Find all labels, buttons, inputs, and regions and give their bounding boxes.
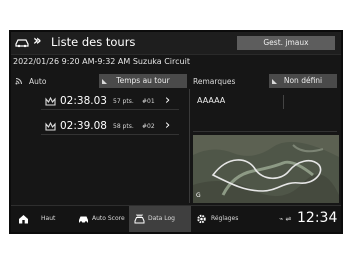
signal-icon [15, 78, 22, 85]
corner-arrow-icon [272, 79, 277, 84]
divider [283, 95, 284, 109]
gest-journaux-button[interactable]: Gest. jmaux [237, 36, 335, 50]
column-divider [189, 89, 190, 203]
temps-au-tour-label: Temps au tour [116, 76, 170, 85]
divider [41, 134, 179, 135]
double-chevron-icon[interactable]: ›› [33, 33, 41, 49]
remarks-field[interactable]: AAAAA [193, 93, 337, 132]
divider [41, 109, 179, 110]
temps-au-tour-button[interactable]: Temps au tour [99, 74, 187, 88]
map-terrain [193, 135, 339, 203]
remarks-text: AAAAA [197, 96, 226, 105]
header-bar: ›› Liste des tours Gest. jmaux [11, 32, 341, 55]
chevron-right-icon: › [165, 118, 171, 133]
lap-number: #02 [142, 123, 155, 130]
lap-number: #01 [142, 98, 155, 105]
nav-reglages-label: Réglages [211, 215, 239, 222]
page-title: Liste des tours [51, 35, 136, 49]
car-icon [79, 216, 88, 224]
nav-home-label: Haut [41, 215, 56, 222]
nav-home[interactable]: Haut [11, 206, 71, 232]
mode-row: Auto Temps au tour Remarques Non défini [11, 74, 341, 89]
session-info: 2022/01/26 9:20 AM-9:32 AM Suzuka Circui… [13, 57, 190, 66]
corner-arrow-icon [102, 79, 107, 84]
gear-icon [197, 214, 206, 224]
lap-time: 02:38.03 [60, 95, 107, 107]
status-icons: ⌁ ⇌ [279, 215, 292, 223]
map-logo: G [196, 192, 201, 199]
track-map[interactable]: G [193, 135, 339, 203]
non-defini-button[interactable]: Non défini [269, 74, 337, 88]
nav-reglages[interactable]: Réglages [191, 206, 251, 232]
clock: 12:34 [297, 210, 338, 226]
bottom-nav: Haut Auto Score Data Log Réglages ⌁ ⇌ 12… [11, 205, 341, 232]
non-defini-label: Non défini [283, 76, 323, 85]
nav-data-log[interactable]: Data Log [129, 206, 191, 232]
mode-label: Auto [29, 77, 47, 86]
lap-row[interactable]: 02:38.03 57 pts. #01 › [41, 93, 179, 110]
lap-time: 02:39.08 [60, 120, 107, 132]
crown-icon [45, 97, 56, 106]
nav-data-log-label: Data Log [148, 215, 175, 222]
lap-points: 58 pts. [113, 123, 134, 130]
crown-icon [45, 122, 56, 131]
home-icon [19, 215, 28, 224]
infotainment-screen: ›› Liste des tours Gest. jmaux 2022/01/2… [9, 30, 343, 234]
lap-row[interactable]: 02:39.08 58 pts. #02 › [41, 118, 179, 135]
remarques-label: Remarques [193, 77, 236, 86]
chevron-right-icon: › [165, 93, 171, 108]
data-log-icon [134, 214, 145, 224]
lap-points: 57 pts. [113, 98, 134, 105]
nav-auto-score[interactable]: Auto Score [71, 206, 129, 232]
nav-auto-score-label: Auto Score [92, 215, 125, 222]
car-icon[interactable] [15, 37, 29, 48]
